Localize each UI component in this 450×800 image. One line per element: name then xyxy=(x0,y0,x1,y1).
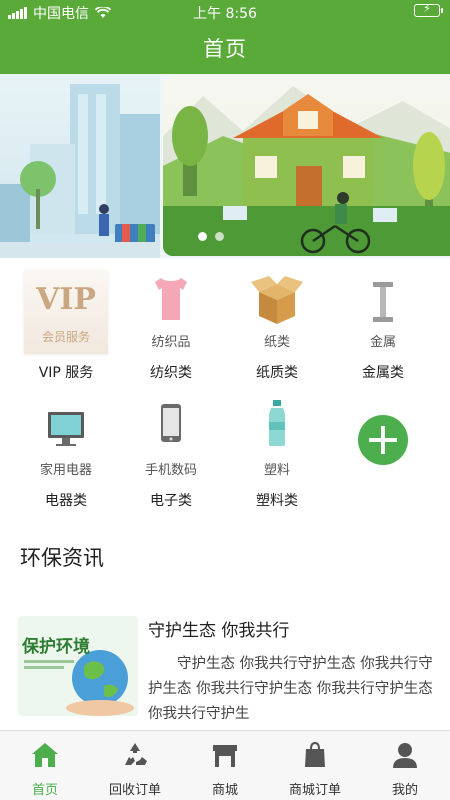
monitor-icon xyxy=(48,412,84,446)
recycle-icon xyxy=(125,743,147,765)
category-paper[interactable]: 纸类 纸质类 xyxy=(221,270,333,382)
user-icon xyxy=(393,743,417,768)
category-vip[interactable]: VIP 会员服务 VIP 服务 xyxy=(10,270,122,382)
carousel-dot[interactable] xyxy=(198,232,207,241)
category-label: 纸质类 xyxy=(256,365,298,381)
tab-store-orders[interactable]: 商城订单 xyxy=(270,739,360,798)
tshirt-icon xyxy=(155,278,187,320)
category-label: 电器类 xyxy=(45,493,87,509)
carousel-dot[interactable] xyxy=(215,232,224,241)
home-icon xyxy=(32,743,58,767)
banner-carousel[interactable] xyxy=(0,74,450,258)
eco-house-illustration xyxy=(163,86,450,256)
tab-recycle-orders[interactable]: 回收订单 xyxy=(90,739,180,798)
news-body: 守护生态 你我共行守护生态 你我共行守护生态 你我共行守护生态 你我共行守护生态… xyxy=(148,656,433,722)
plus-icon[interactable] xyxy=(358,415,408,465)
shopping-bag-icon xyxy=(305,741,325,767)
battery-icon: ⚡ xyxy=(414,2,443,17)
category-label: VIP 服务 xyxy=(38,365,94,381)
carousel-dots xyxy=(198,232,224,241)
section-title: 环保资讯 xyxy=(20,546,104,570)
news-title[interactable]: 守护生态 你我共行 xyxy=(148,616,289,641)
category-metal[interactable]: 金属 金属类 xyxy=(327,270,439,382)
tab-bar: 首页 回收订单 商城 商城订单 我的 xyxy=(0,730,450,800)
status-time: 上午 8:56 xyxy=(193,6,257,22)
banner-slide-city[interactable] xyxy=(0,74,160,258)
category-label: 电子类 xyxy=(150,493,192,509)
tab-home[interactable]: 首页 xyxy=(0,739,90,798)
category-label: 纺织类 xyxy=(150,365,192,381)
category-add[interactable] xyxy=(327,398,439,507)
store-icon xyxy=(213,745,237,767)
category-textile[interactable]: 纺织品 纺织类 xyxy=(115,270,227,382)
thumb-title: 保护环境 xyxy=(21,636,90,657)
city-illustration xyxy=(0,84,160,258)
news-thumbnail[interactable]: 保护环境 xyxy=(18,616,138,716)
vip-card-icon: VIP 会员服务 xyxy=(24,270,108,354)
category-appliance[interactable]: 家用电器 电器类 xyxy=(10,398,122,510)
page-title: 首页 xyxy=(0,24,450,74)
metal-beam-icon xyxy=(373,282,393,322)
category-plastic[interactable]: 塑料 塑料类 xyxy=(221,398,333,510)
category-label: 金属类 xyxy=(362,365,404,381)
tab-mine[interactable]: 我的 xyxy=(360,739,450,798)
phone-icon xyxy=(161,404,181,442)
status-bar: 中国电信 上午 8:56 ⚡ xyxy=(0,0,450,24)
banner-slide-house[interactable] xyxy=(163,76,450,256)
news-item[interactable]: 保护环境 守护生态 你我共行 守护生态 你我共行守护生态 你我共行守护生态 你我… xyxy=(18,612,438,727)
category-label: 塑料类 xyxy=(256,493,298,509)
category-electronics[interactable]: 手机数码 电子类 xyxy=(115,398,227,510)
tab-store[interactable]: 商城 xyxy=(180,739,270,798)
cardboard-box-icon xyxy=(251,276,303,324)
earth-illustration: 保护环境 xyxy=(18,616,138,716)
plastic-bottle-icon xyxy=(269,400,285,446)
